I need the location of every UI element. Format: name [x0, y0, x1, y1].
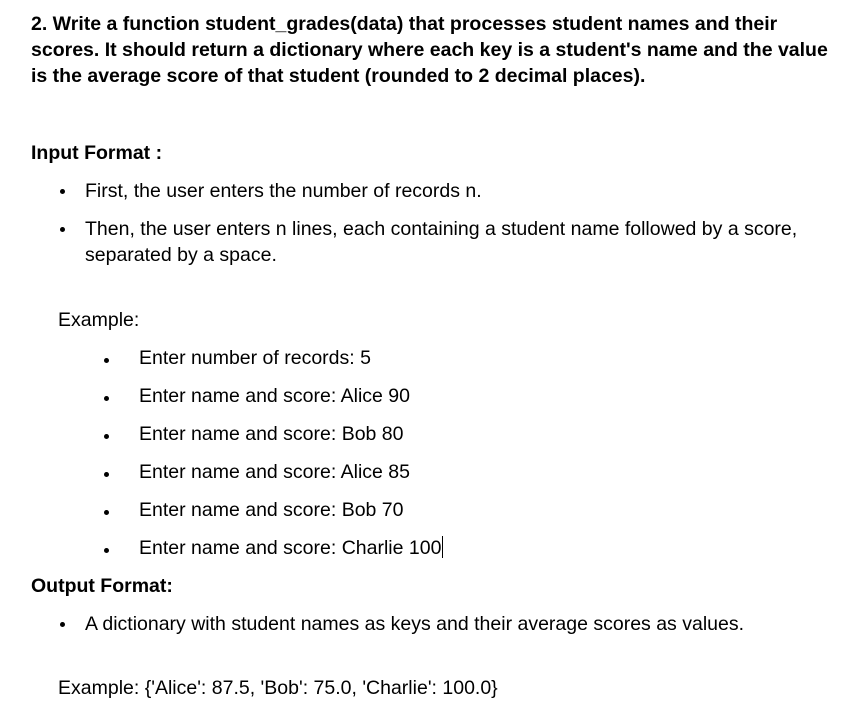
example-label: Example: — [58, 309, 140, 331]
list-item-text: A dictionary with student names as keys … — [85, 613, 745, 635]
list-item: A dictionary with student names as keys … — [59, 611, 819, 637]
list-item: Enter name and score: Bob 70 — [103, 497, 603, 535]
list-item-text: Enter name and score: Charlie 100 — [139, 537, 442, 559]
list-item-text: First, the user enters the number of rec… — [85, 180, 482, 202]
list-item-text: Then, the user enters n lines, each cont… — [85, 218, 798, 266]
output-format-list: A dictionary with student names as keys … — [59, 611, 819, 637]
bullet-icon — [104, 434, 109, 439]
list-item-text: Enter name and score: Bob 70 — [139, 499, 404, 521]
input-format-heading: Input Format : — [31, 142, 163, 164]
list-item: Enter name and score: Charlie 100 — [103, 535, 603, 573]
bullet-icon — [104, 358, 109, 363]
list-item-text: Enter name and score: Alice 85 — [139, 461, 410, 483]
bullet-icon — [104, 396, 109, 401]
output-example-text: Example: {'Alice': 87.5, 'Bob': 75.0, 'C… — [58, 677, 498, 699]
list-item: Enter name and score: Bob 80 — [103, 421, 603, 459]
list-item-text: Enter name and score: Bob 80 — [139, 423, 404, 445]
document-page: 2. Write a function student_grades(data)… — [0, 0, 850, 728]
text-cursor — [442, 536, 444, 558]
bullet-icon — [104, 472, 109, 477]
bullet-icon — [60, 189, 65, 194]
list-item: First, the user enters the number of rec… — [59, 178, 819, 204]
bullet-icon — [60, 227, 65, 232]
list-item: Enter name and score: Alice 90 — [103, 383, 603, 421]
input-format-list: First, the user enters the number of rec… — [59, 178, 819, 268]
list-item: Enter number of records: 5 — [103, 345, 603, 383]
question-text: 2. Write a function student_grades(data)… — [31, 13, 828, 87]
list-item: Enter name and score: Alice 85 — [103, 459, 603, 497]
list-item-text: Enter name and score: Alice 90 — [139, 385, 410, 407]
output-format-heading: Output Format: — [31, 575, 173, 597]
bullet-icon — [104, 548, 109, 553]
bullet-icon — [60, 622, 65, 627]
list-item-text: Enter number of records: 5 — [139, 347, 371, 369]
example-list: Enter number of records: 5 Enter name an… — [103, 345, 603, 573]
list-item: Then, the user enters n lines, each cont… — [59, 216, 819, 268]
bullet-icon — [104, 510, 109, 515]
